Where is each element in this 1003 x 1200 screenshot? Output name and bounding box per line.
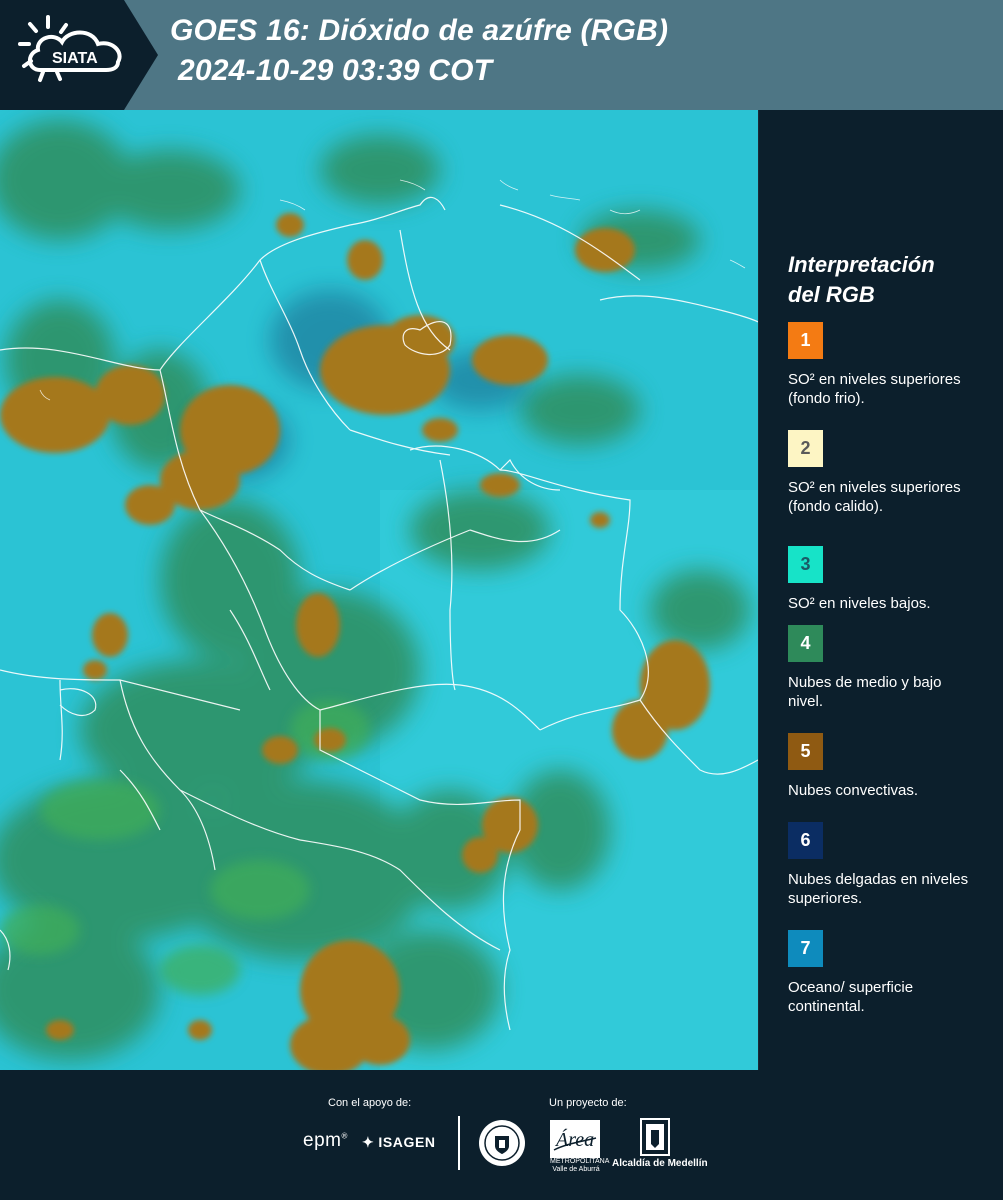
- legend-item-4: 4 Nubes de medio y bajo nivel.: [788, 625, 988, 711]
- footer-divider: [458, 1116, 460, 1170]
- alcaldia-shield-icon[interactable]: [640, 1118, 670, 1156]
- support-caption: Con el apoyo de:: [328, 1097, 412, 1109]
- satellite-image: [0, 110, 758, 1070]
- legend-label: Nubes de medio y bajo nivel.: [788, 674, 942, 710]
- epm-logo[interactable]: epm®: [303, 1130, 348, 1152]
- legend-item-6: 6 Nubes delgadas en niveles superiores.: [788, 822, 988, 908]
- legend-label: SO² en niveles superiores (fondo frio).: [788, 371, 961, 407]
- legend-item-2: 2 SO² en niveles superiores (fondo calido…: [788, 430, 988, 516]
- medellin-seal-icon[interactable]: [477, 1118, 527, 1168]
- siata-logo-icon: SIATA: [0, 0, 158, 110]
- map-divider: [758, 110, 759, 1070]
- isagen-logo-text: ISAGEN: [378, 1134, 436, 1150]
- timestamp: 2024-10-29 03:39 COT: [178, 54, 493, 87]
- satellite-map[interactable]: [0, 110, 758, 1070]
- isagen-logo[interactable]: ✦ ISAGEN: [362, 1133, 440, 1150]
- legend-label: Nubes convectivas.: [788, 782, 919, 799]
- project-caption: Un proyecto de:: [549, 1097, 627, 1109]
- page-title: GOES 16: Dióxido de azúfre (RGB): [170, 14, 669, 47]
- area-subtitle: METROPOLITANA Valle de Aburrá: [550, 1158, 610, 1173]
- footer: Con el apoyo de: Un proyecto de: epm® ✦ I…: [0, 1070, 1003, 1200]
- legend-swatch: 3: [788, 546, 823, 583]
- legend-swatch: 1: [788, 322, 823, 359]
- legend-item-1: 1 SO² en niveles superiores (fondo frio).: [788, 322, 988, 408]
- epm-logo-text: epm: [303, 1130, 342, 1151]
- legend-label: Nubes delgadas en niveles superiores.: [788, 871, 969, 907]
- legend-swatch: 6: [788, 822, 823, 859]
- legend-label: SO² en niveles bajos.: [788, 595, 931, 612]
- header-bar: SIATA GOES 16: Dióxido de azúfre (RGB) 2…: [0, 0, 1003, 110]
- legend-item-5: 5 Nubes convectivas.: [788, 733, 988, 800]
- siata-logo: SIATA: [0, 0, 158, 110]
- legend-title: Interpretación del RGB: [788, 250, 988, 310]
- legend-swatch: 2: [788, 430, 823, 467]
- legend-item-7: 7 Oceano/ superficie continental.: [788, 930, 988, 1016]
- area-metropolitana-logo-icon[interactable]: Área: [550, 1120, 600, 1158]
- legend-label: Oceano/ superficie continental.: [788, 979, 914, 1015]
- legend-list: 1 SO² en niveles superiores (fondo frio).…: [788, 322, 988, 1016]
- legend-item-3: 3 SO² en niveles bajos.: [788, 546, 988, 613]
- legend-swatch: 5: [788, 733, 823, 770]
- alcaldia-name: Alcaldía de Medellín: [612, 1158, 708, 1169]
- legend-title-line2: del RGB: [788, 282, 875, 307]
- legend-swatch: 4: [788, 625, 823, 662]
- legend-swatch: 7: [788, 930, 823, 967]
- rgb-legend: Interpretación del RGB 1 SO² en niveles s…: [788, 250, 988, 1016]
- legend-label: SO² en niveles superiores (fondo calido)…: [788, 479, 961, 515]
- legend-title-line1: Interpretación: [788, 252, 935, 277]
- isagen-star-icon: ✦: [362, 1134, 375, 1150]
- svg-text:SIATA: SIATA: [52, 50, 98, 67]
